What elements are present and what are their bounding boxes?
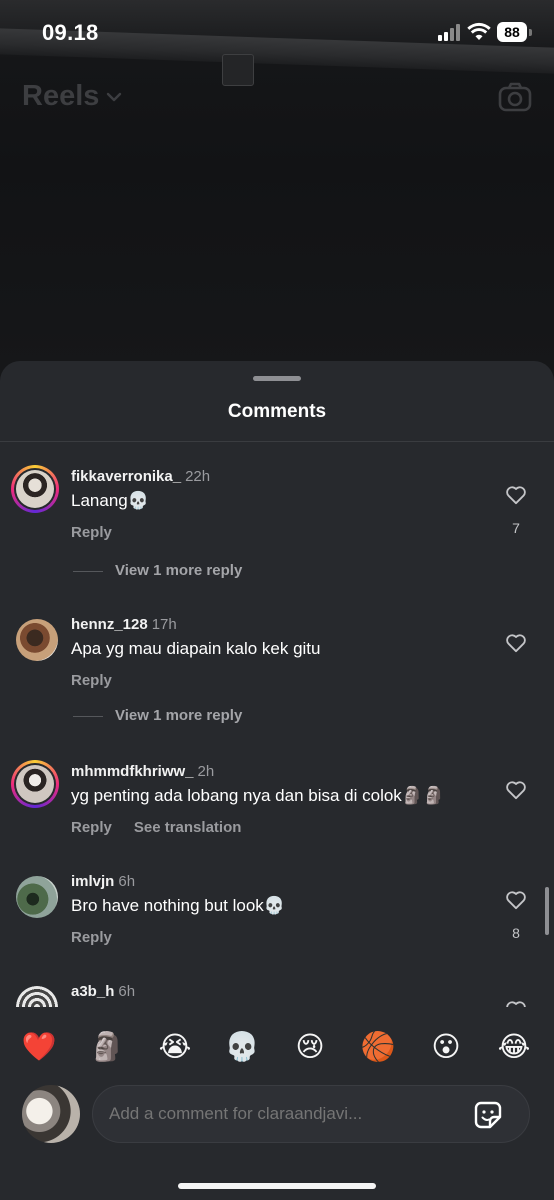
heart-icon[interactable]: [505, 780, 527, 800]
view-more-replies[interactable]: View 1 more reply: [73, 562, 242, 579]
avatar[interactable]: [11, 465, 59, 513]
comment-time: 17h: [151, 616, 177, 633]
heart-icon[interactable]: [505, 633, 527, 653]
emoji-loudly-crying[interactable]: 😭: [155, 1027, 195, 1067]
battery-indicator: 88: [497, 22, 527, 42]
avatar[interactable]: [16, 986, 58, 1007]
comment-actions: Reply: [71, 524, 112, 541]
reply-button[interactable]: Reply: [71, 819, 112, 836]
comment-composer[interactable]: [92, 1085, 530, 1143]
comment-actions: Reply: [71, 929, 112, 946]
see-translation-button[interactable]: See translation: [134, 819, 242, 836]
comments-sheet: Comments fikkaverronika_ 22h Lanang💀 Repl…: [0, 361, 554, 1200]
comment-username[interactable]: hennz_128: [71, 616, 148, 633]
comment-time: 6h: [118, 983, 136, 1000]
comment-meta: mhmmdfkhriww_ 2h: [71, 763, 214, 780]
like-count: 8: [512, 925, 520, 941]
sheet-grabber[interactable]: [253, 376, 301, 381]
comment-meta: a3b_h 6h: [71, 983, 135, 1000]
view-more-label: View 1 more reply: [115, 707, 243, 724]
heart-icon[interactable]: [505, 890, 527, 910]
reels-title[interactable]: Reels: [22, 80, 99, 113]
comment-text: Apa yg mau diapain kalo kek gitu: [71, 639, 321, 658]
emoji-red-heart[interactable]: ❤️: [19, 1027, 59, 1067]
comment-time: 2h: [197, 763, 215, 780]
current-user-avatar[interactable]: [22, 1085, 80, 1143]
comment-text: Bro have nothing but look💀: [71, 896, 285, 915]
reply-button[interactable]: Reply: [71, 929, 112, 946]
comment-username[interactable]: mhmmdfkhriww_: [71, 763, 194, 780]
emoji-skull[interactable]: 💀: [222, 1027, 262, 1067]
emoji-crying[interactable]: 😢: [290, 1027, 330, 1067]
avatar[interactable]: [16, 619, 58, 661]
view-more-replies[interactable]: View 1 more reply: [73, 707, 242, 724]
comment-username[interactable]: imlvjn: [71, 873, 114, 890]
comment-time: 6h: [118, 873, 136, 890]
comment-input[interactable]: [109, 1104, 449, 1124]
emoji-basketball[interactable]: 🏀: [358, 1027, 398, 1067]
emoji-reaction-bar: ❤️ 🗿 😭 💀 😢 🏀 😮 😂: [0, 1027, 554, 1067]
comment-time: 22h: [185, 468, 211, 485]
cellular-signal-icon: [438, 24, 462, 41]
comment-meta: hennz_128 17h: [71, 616, 177, 633]
avatar[interactable]: [16, 876, 58, 918]
comment-meta: fikkaverronika_ 22h: [71, 468, 210, 485]
emoji-tears-of-joy[interactable]: 😂: [494, 1027, 534, 1067]
comment-username[interactable]: a3b_h: [71, 983, 114, 1000]
emoji-moai[interactable]: 🗿: [87, 1027, 127, 1067]
emoji-surprised[interactable]: 😮: [426, 1027, 466, 1067]
chevron-down-icon[interactable]: [106, 92, 122, 102]
home-indicator: [178, 1183, 376, 1189]
reply-button[interactable]: Reply: [71, 524, 112, 541]
heart-icon[interactable]: [505, 1000, 527, 1007]
avatar[interactable]: [11, 760, 59, 808]
view-more-label: View 1 more reply: [115, 562, 243, 579]
sticker-icon[interactable]: [473, 1100, 503, 1130]
reply-button[interactable]: Reply: [71, 672, 112, 689]
comment-actions: Reply See translation: [71, 819, 241, 836]
comment-text: yg penting ada lobang nya dan bisa di co…: [71, 786, 445, 805]
battery-tip: [529, 29, 532, 36]
status-bar: 09.18 88: [0, 0, 554, 64]
status-time: 09.18: [42, 20, 99, 45]
heart-icon[interactable]: [505, 485, 527, 505]
camera-icon[interactable]: [498, 82, 532, 112]
scrollbar[interactable]: [545, 887, 549, 935]
comments-list[interactable]: fikkaverronika_ 22h Lanang💀 Reply 7 View …: [0, 443, 554, 1007]
divider: [0, 441, 554, 442]
like-count: 7: [512, 520, 520, 536]
wifi-icon: [467, 22, 491, 40]
comment-text: Lanang💀: [71, 491, 149, 510]
comment-meta: imlvjn 6h: [71, 873, 135, 890]
comment-actions: Reply: [71, 672, 112, 689]
comment-username[interactable]: fikkaverronika_: [71, 468, 181, 485]
sheet-title: Comments: [227, 401, 327, 422]
